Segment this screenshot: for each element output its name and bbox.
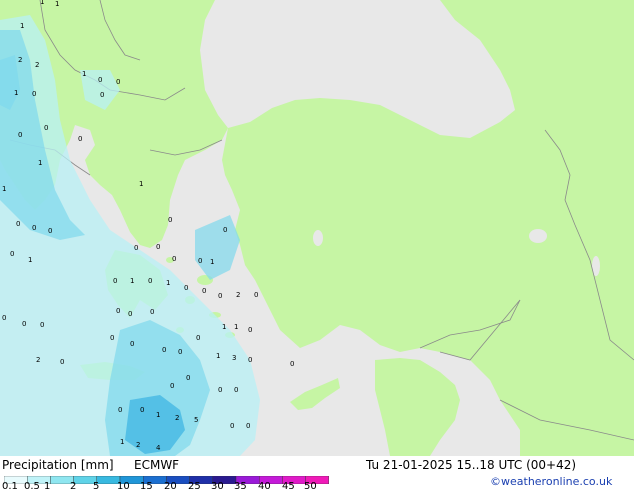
scale-tick-label: 0.1	[2, 481, 18, 492]
precipitation-value: 1	[55, 0, 59, 8]
precipitation-value: 2	[136, 441, 140, 449]
precipitation-value: 0	[148, 277, 152, 285]
precipitation-value: 0	[184, 284, 188, 292]
precipitation-value: 0	[98, 76, 102, 84]
precipitation-value: 0	[78, 135, 82, 143]
precipitation-value: 0	[44, 124, 48, 132]
precipitation-map: 1 11221 001000001110000010 000100 1 0 10 00 2 00 0…	[0, 0, 634, 456]
precipitation-value: 0	[113, 277, 117, 285]
precipitation-value: 1	[156, 411, 160, 419]
precipitation-value: 1	[14, 89, 18, 97]
precipitation-value: 0	[130, 340, 134, 348]
precipitation-value: 1	[2, 185, 6, 193]
precipitation-value: 1	[38, 159, 42, 167]
lake-van	[529, 229, 547, 243]
precipitation-value: 0	[134, 244, 138, 252]
valid-datetime: Tu 21-01-2025 15..18 UTC (00+42)	[366, 458, 577, 472]
model-name: ECMWF	[134, 458, 180, 472]
precipitation-value: 0	[218, 292, 222, 300]
precipitation-value: 0	[32, 90, 36, 98]
precipitation-value: 0	[254, 291, 258, 299]
precipitation-value: 0	[198, 257, 202, 265]
scale-tick-label: 20	[164, 481, 177, 492]
precipitation-value: 0	[248, 326, 252, 334]
precipitation-value: 2	[35, 61, 39, 69]
precipitation-value: 0	[60, 358, 64, 366]
precipitation-value: 0	[110, 334, 114, 342]
precipitation-value: 1	[28, 256, 32, 264]
precipitation-value: 5	[194, 416, 198, 424]
precipitation-value: 0	[2, 314, 6, 322]
precipitation-value: 2	[18, 56, 22, 64]
scale-tick-label: 25	[188, 481, 201, 492]
precipitation-value: 1	[216, 352, 220, 360]
precipitation-value: 0	[22, 320, 26, 328]
precipitation-value: 0	[16, 220, 20, 228]
precipitation-value: 0	[100, 91, 104, 99]
precipitation-value: 1	[20, 22, 24, 30]
precipitation-value: 0	[223, 226, 227, 234]
precipitation-value: 0	[32, 224, 36, 232]
precipitation-value: 0	[150, 308, 154, 316]
scale-tick-label: 0.5	[24, 481, 40, 492]
scale-tick-label: 15	[140, 481, 153, 492]
precipitation-value: 1	[234, 323, 238, 331]
precipitation-value: 1	[139, 180, 143, 188]
precipitation-value: 3	[232, 354, 236, 362]
scale-tick-label: 50	[304, 481, 317, 492]
precipitation-value: 0	[248, 356, 252, 364]
precipitation-value: 0	[116, 78, 120, 86]
precipitation-value: 2	[175, 414, 179, 422]
precipitation-value: 1	[40, 0, 44, 6]
precipitation-value: 0	[48, 227, 52, 235]
scale-tick-label: 10	[117, 481, 130, 492]
scale-tick-label: 45	[282, 481, 295, 492]
scale-tick-label: 30	[211, 481, 224, 492]
scale-tick-label: 35	[234, 481, 247, 492]
precipitation-value: 0	[168, 216, 172, 224]
scale-tick-label: 5	[93, 481, 100, 492]
credit-link[interactable]: ©weatheronline.co.uk	[490, 475, 612, 488]
precipitation-value: 4	[156, 444, 161, 452]
precipitation-value: 0	[234, 386, 238, 394]
precipitation-value: 0	[202, 287, 206, 295]
precipitation-value: 0	[246, 422, 250, 430]
precipitation-value: 0	[196, 334, 200, 342]
scale-tick-label: 2	[70, 481, 77, 492]
precipitation-value: 0	[128, 310, 132, 318]
precipitation-value: 1	[166, 279, 170, 287]
precipitation-value: 0	[290, 360, 294, 368]
precipitation-value: 0	[156, 243, 160, 251]
scale-tick-label: 1	[44, 481, 51, 492]
precipitation-value: 0	[172, 255, 176, 263]
lake-tuz	[313, 230, 323, 246]
weather-map-view: 1112210010000011100000100001001010002000…	[0, 0, 634, 492]
precipitation-value: 0	[170, 382, 174, 390]
precipitation-value: 2	[36, 356, 40, 364]
legend-title: Precipitation [mm]	[2, 458, 114, 472]
precipitation-value: 0	[18, 131, 22, 139]
precipitation-value: 0	[10, 250, 14, 258]
precipitation-value: 0	[140, 406, 144, 414]
precipitation-value: 0	[162, 346, 166, 354]
precipitation-value: 0	[186, 374, 190, 382]
precipitation-value: 1	[222, 323, 226, 331]
precipitation-value: 1	[130, 277, 134, 285]
precipitation-value: 0	[178, 348, 182, 356]
precipitation-value: 0	[230, 422, 234, 430]
precipitation-value: 1	[82, 70, 86, 78]
precipitation-value: 1	[120, 438, 124, 446]
scale-tick-label: 40	[258, 481, 271, 492]
precipitation-value: 0	[40, 321, 44, 329]
precipitation-value: 0	[218, 386, 222, 394]
precipitation-value: 2	[236, 291, 240, 299]
precipitation-value: 0	[116, 307, 120, 315]
precipitation-value: 0	[118, 406, 122, 414]
precipitation-value: 1	[210, 258, 214, 266]
